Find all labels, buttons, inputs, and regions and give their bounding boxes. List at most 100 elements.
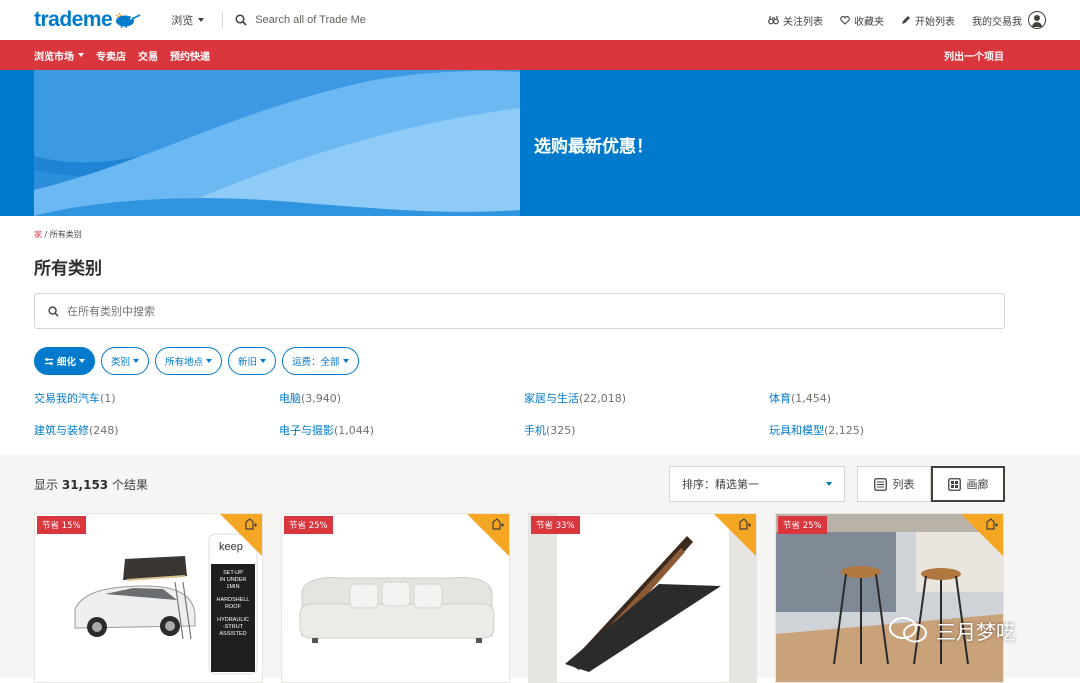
list-view-label: 列表 — [892, 478, 915, 491]
listing-cards: keep SET-UP IN UNDER 1MIN HARDSHELL ROOF… — [34, 513, 1004, 683]
category-name: 电子与摄影 — [279, 424, 334, 437]
listing-card[interactable]: 节省 33% — [528, 513, 757, 683]
results-suffix: 个结果 — [111, 478, 148, 492]
sliders-icon — [45, 357, 53, 365]
category-link[interactable]: 建筑与装修(248) — [34, 422, 279, 438]
breadcrumb-home[interactable]: 家 — [34, 230, 42, 239]
discount-badge: 节省 25% — [778, 516, 827, 534]
hero-wave-image — [34, 70, 520, 216]
gallery-view-button[interactable]: 画廊 — [931, 466, 1005, 502]
global-search[interactable]: Search all of Trade Me — [235, 14, 366, 26]
search-icon — [48, 305, 59, 317]
feature-line: ASSISTED — [219, 631, 247, 637]
location-filter[interactable]: 所有地点 — [155, 347, 223, 375]
refine-button[interactable]: 细化 — [34, 347, 96, 375]
trademe-logo[interactable]: trademe — [34, 8, 141, 32]
filter-label: 所有地点 — [165, 357, 204, 368]
sort-label: 排序：精选第一 — [682, 478, 759, 491]
watermark-text: 三月梦呓 — [936, 619, 1016, 644]
nav-item-deals[interactable]: 交易 — [138, 48, 158, 63]
nav-item-label: 交易 — [138, 51, 158, 63]
top-bar: trademe 浏览 Search all of Trade Me 关注列表 收… — [0, 0, 1080, 40]
chevron-down-icon — [342, 359, 349, 363]
listing-card[interactable]: keep SET-UP IN UNDER 1MIN HARDSHELL ROOF… — [34, 513, 263, 683]
list-item-button[interactable]: 列出一个项目 — [944, 48, 1004, 63]
sort-select[interactable]: 排序：精选第一 — [669, 466, 845, 502]
listing-card[interactable]: 节省 25% — [281, 513, 510, 683]
watchlist-link[interactable]: 关注列表 — [768, 13, 823, 28]
feature-line: ROOF — [225, 604, 241, 610]
results-count: 显示 31,153 个结果 — [34, 476, 148, 493]
results-prefix: 显示 — [34, 478, 59, 492]
nav-item-label: 专卖店 — [96, 51, 126, 63]
breadcrumb: 家 / 所有类别 — [34, 229, 1080, 240]
start-listing-link[interactable]: 开始列表 — [901, 13, 955, 28]
category-count: (1,454) — [791, 392, 832, 405]
category-count: (2,125) — [824, 424, 865, 437]
nav-item-label: 浏览市场 — [34, 51, 74, 63]
view-toggle: 列表 画廊 — [857, 466, 1005, 502]
category-count: (22,018) — [579, 392, 627, 405]
chevron-down-icon — [260, 359, 267, 363]
category-link[interactable]: 玩具和模型(2,125) — [769, 422, 1014, 438]
avatar-icon — [1028, 11, 1046, 29]
category-link[interactable]: 家居与生活(22,018) — [524, 390, 769, 406]
category-link[interactable]: 手机(325) — [524, 422, 769, 438]
refine-label: 细化 — [57, 357, 77, 368]
feature-line: HARDSHELL — [216, 597, 250, 603]
filter-bar: 细化 类别 所有地点 新旧 运费：全部 — [34, 347, 1080, 375]
hero-banner[interactable]: 选购最新优惠！ — [0, 70, 1080, 216]
category-link[interactable]: 电子与摄影(1,044) — [279, 422, 524, 438]
wechat-icon — [889, 617, 927, 643]
breadcrumb-sep: / — [42, 230, 50, 239]
category-link[interactable]: 体育(1,454) — [769, 390, 1014, 406]
search-icon — [235, 14, 247, 26]
category-filter[interactable]: 类别 — [101, 347, 150, 375]
filter-label: 运费：全部 — [292, 357, 340, 368]
favourites-link[interactable]: 收藏夹 — [840, 13, 884, 28]
chevron-down-icon — [198, 18, 205, 22]
price-tag-icon — [739, 518, 751, 530]
feature-line: -STRUT — [222, 624, 244, 630]
category-name: 交易我的汽车 — [34, 392, 100, 405]
category-link[interactable]: 电脑(3,940) — [279, 390, 524, 406]
pencil-icon — [902, 16, 910, 24]
filter-label: 类别 — [111, 357, 131, 368]
listing-card[interactable]: 节省 25% — [775, 513, 1004, 683]
nav-item-courier[interactable]: 预约快递 — [170, 48, 210, 63]
nav-item-label: 预约快递 — [170, 51, 210, 63]
browse-dropdown[interactable]: 浏览 — [171, 12, 205, 28]
chevron-down-icon — [78, 53, 84, 57]
breadcrumb-current: 所有类别 — [49, 230, 82, 239]
kiwi-icon — [115, 12, 141, 28]
price-tag-icon — [986, 518, 998, 530]
browse-label: 浏览 — [171, 14, 194, 27]
discount-badge: 节省 33% — [531, 516, 580, 534]
start-listing-label: 开始列表 — [915, 16, 955, 28]
page-title: 所有类别 — [34, 259, 102, 279]
my-trademe-label: 我的交易我 — [972, 16, 1022, 28]
discount-badge: 节省 25% — [284, 516, 333, 534]
category-link[interactable]: 交易我的汽车(1) — [34, 390, 279, 406]
wechat-watermark: 三月梦呓 — [888, 615, 1016, 645]
results-number: 31,153 — [61, 478, 109, 492]
chevron-down-icon — [206, 359, 213, 363]
list-view-button[interactable]: 列表 — [857, 466, 931, 502]
chevron-down-icon — [133, 359, 140, 363]
category-name: 建筑与装修 — [34, 424, 89, 437]
category-count: (325) — [546, 424, 576, 437]
category-name: 电脑 — [279, 392, 301, 405]
logo-text: trademe — [34, 8, 113, 31]
condition-filter[interactable]: 新旧 — [228, 347, 277, 375]
nav-item-marketplace[interactable]: 浏览市场 — [34, 48, 84, 63]
divider — [222, 11, 224, 29]
nav-item-stores[interactable]: 专卖店 — [96, 48, 126, 63]
list-icon — [873, 477, 887, 491]
shipping-filter[interactable]: 运费：全部 — [282, 347, 359, 375]
grid-icon — [947, 477, 961, 491]
category-search-input[interactable]: 在所有类别中搜索 — [34, 293, 1005, 329]
wave-graphic — [34, 70, 520, 216]
category-count: (1,044) — [334, 424, 375, 437]
my-trademe-link[interactable]: 我的交易我 — [972, 11, 1046, 29]
feature-line: SET-UP — [223, 570, 243, 576]
